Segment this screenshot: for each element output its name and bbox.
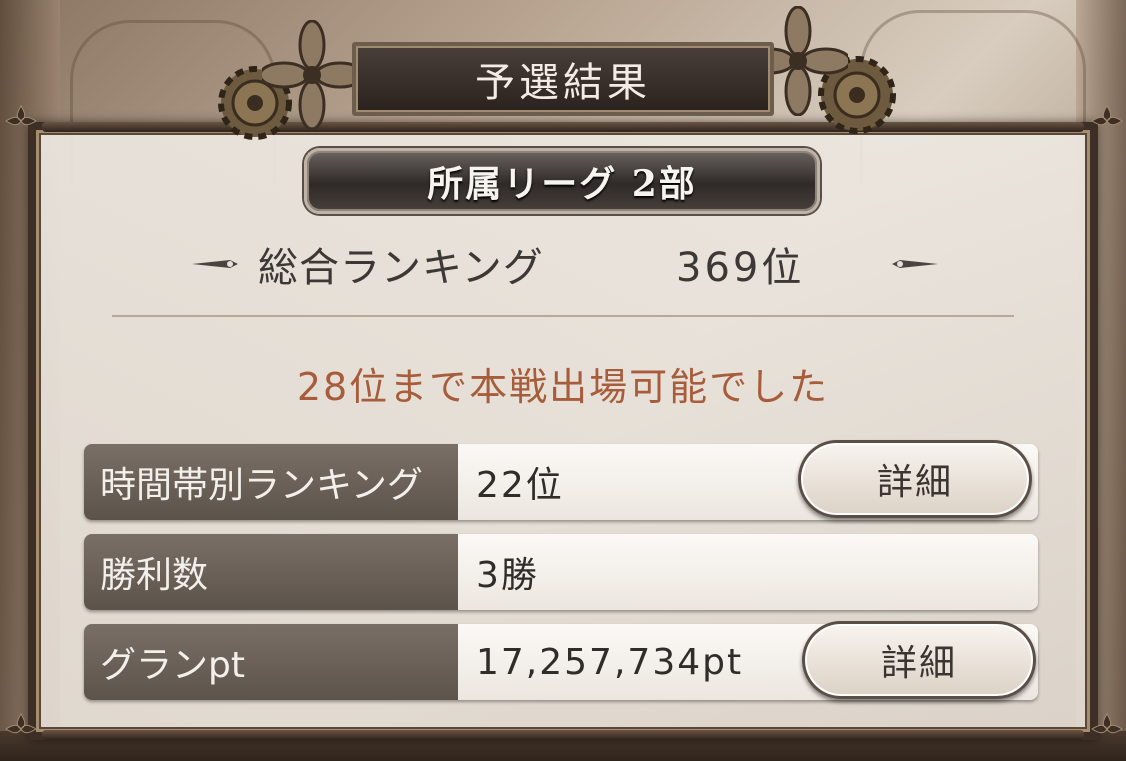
divider [112,315,1014,317]
row-label: グランpt [84,624,458,700]
arrow-ornament-right-icon [892,260,938,268]
row-label: 時間帯別ランキング [84,444,458,520]
qualification-notice: 28位まで本戦出場可能でした [296,365,830,409]
frame-top-rail [42,122,1084,132]
time-slot-detail-button[interactable]: 詳細 [798,440,1032,518]
page-title: 予選結果 [475,60,651,106]
arrow-ornament-left-icon [192,260,238,268]
title-plate: 予選結果 [352,42,774,116]
frame-bottom-rail [42,730,1084,740]
wins-row: 勝利数 3勝 [84,534,1038,610]
overall-ranking-label: 総合ランキング [258,245,544,291]
league-label: 所属リーグ 2部 [427,163,697,205]
gran-pt-detail-button[interactable]: 詳細 [802,621,1036,699]
row-label: 勝利数 [84,534,458,610]
fleur-ornament-icon [1091,713,1123,734]
fleur-ornament-icon [5,105,37,126]
row-value: 3勝 [458,534,1038,610]
propeller-ornament-icon [262,20,362,130]
fleur-ornament-icon [1091,105,1123,126]
overall-ranking-value: 369位 [676,245,805,291]
fleur-ornament-icon [5,713,37,734]
league-plate: 所属リーグ 2部 [304,148,820,214]
overall-ranking: 総合ランキング 369位 [180,232,950,296]
